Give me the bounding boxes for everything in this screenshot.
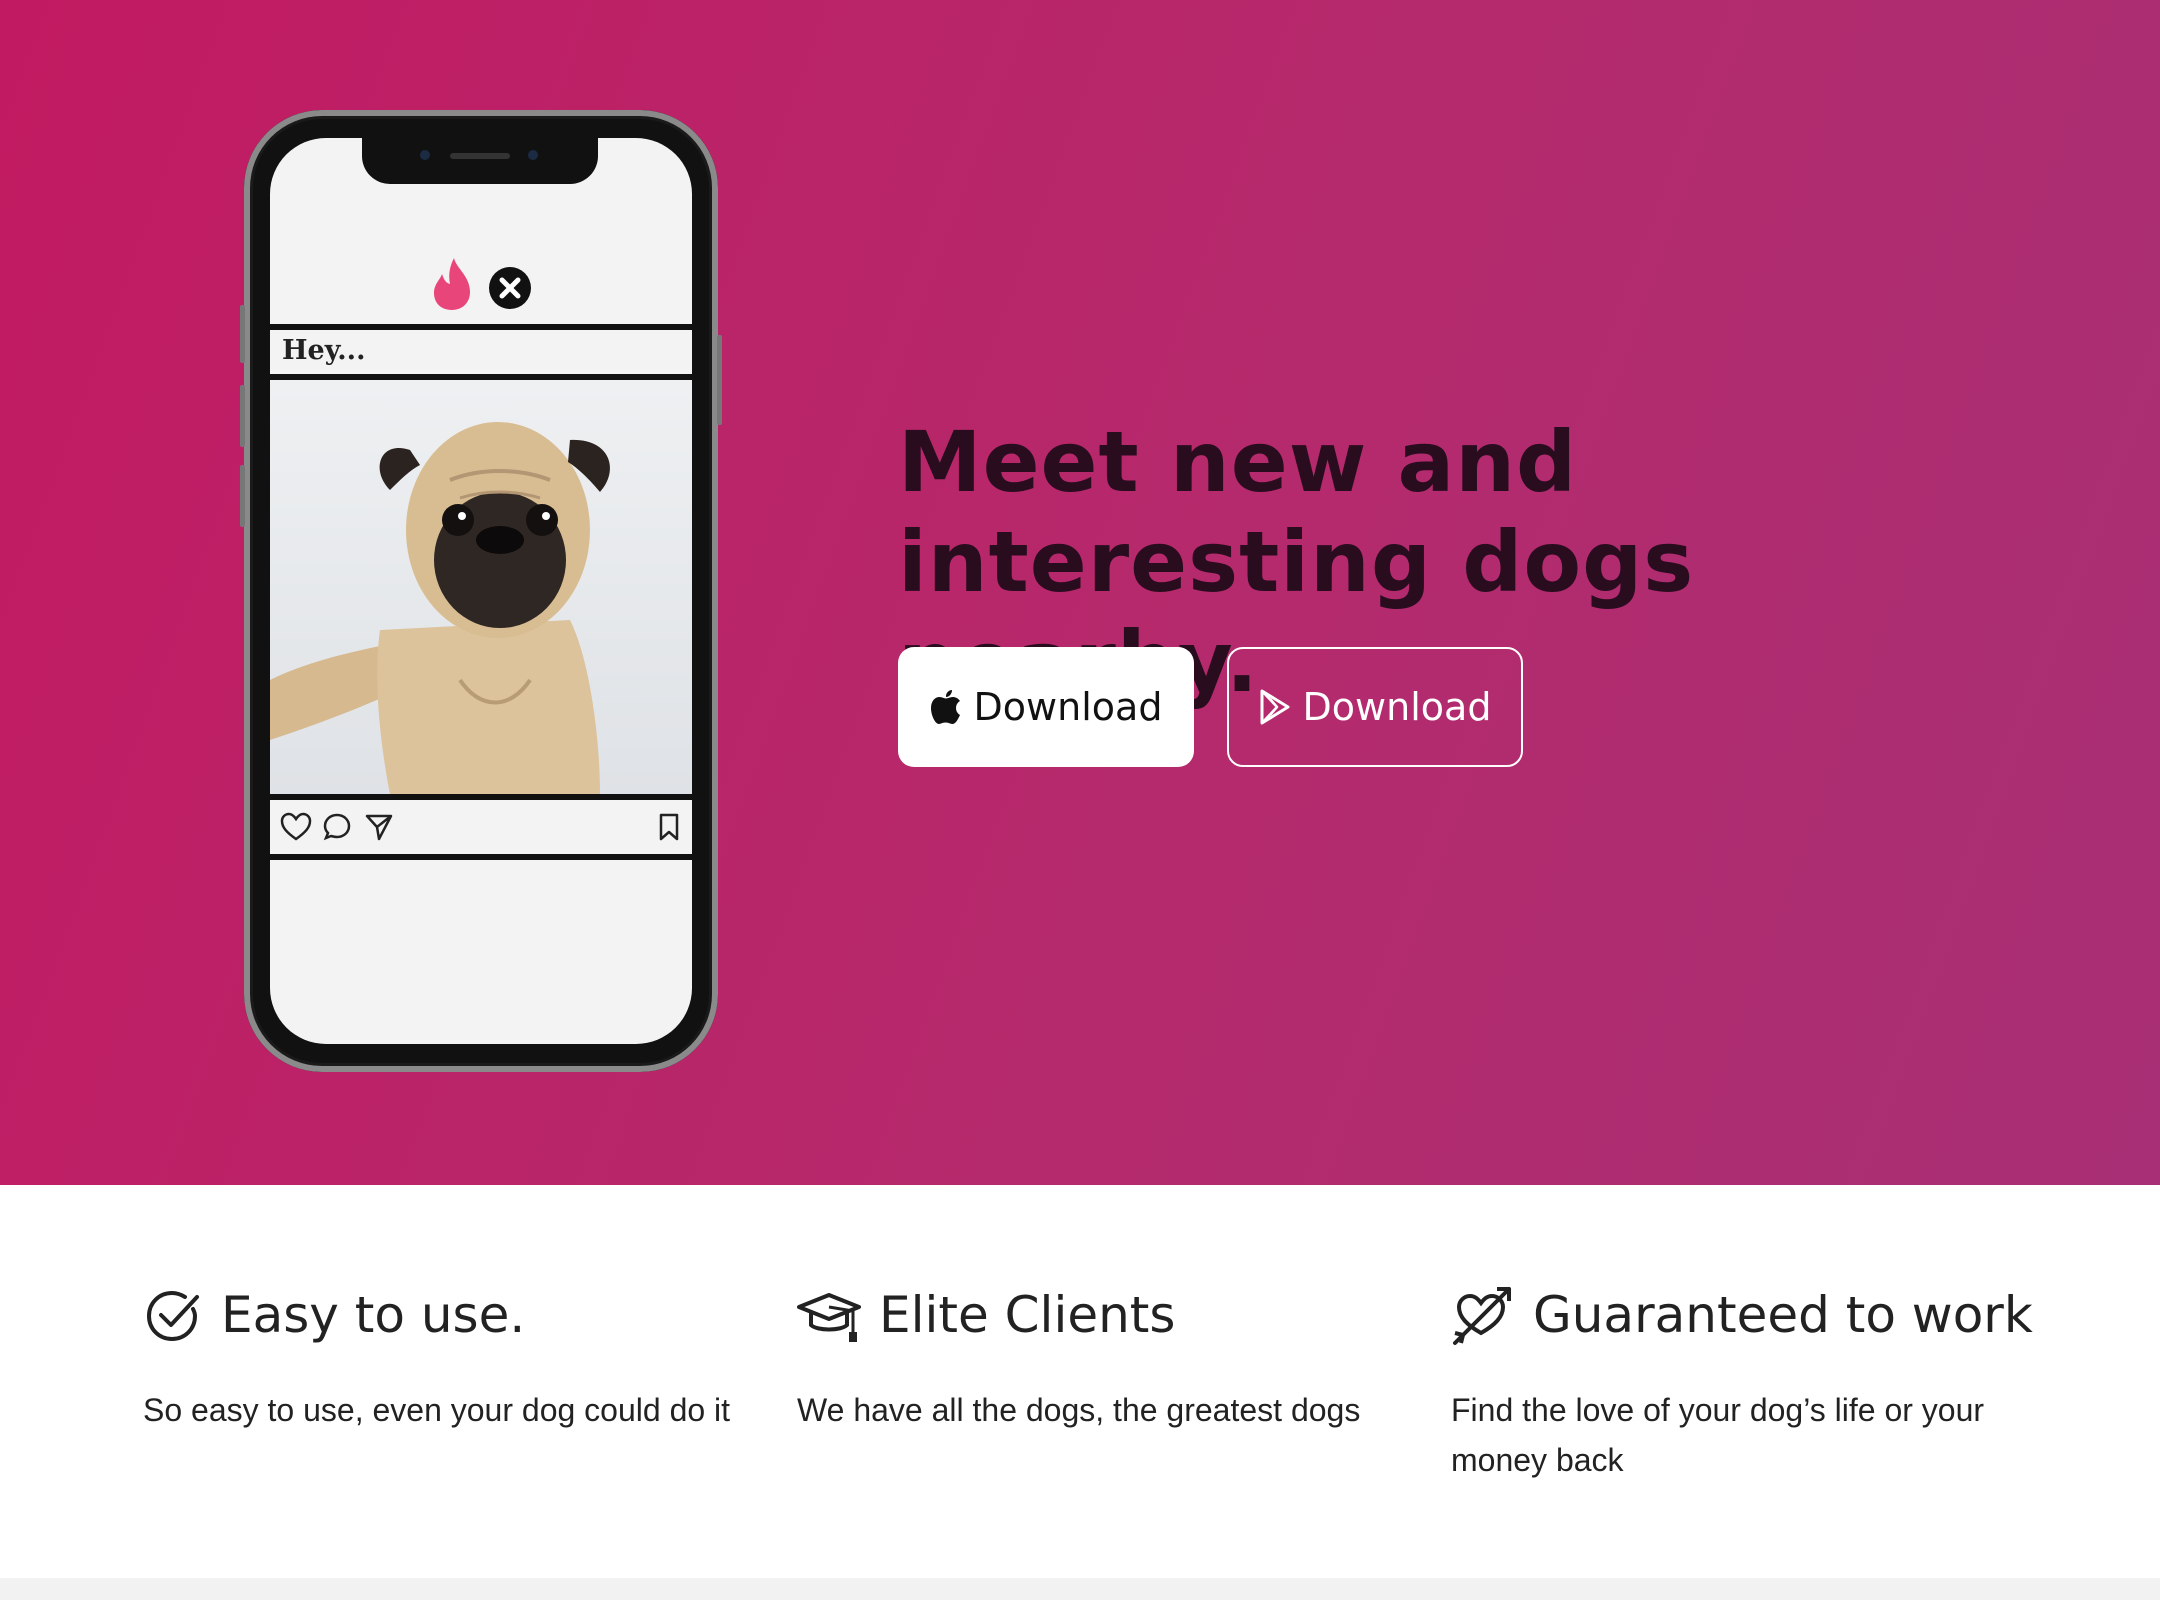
feature-elite-clients: Elite Clients We have all the dogs, the …	[797, 1275, 1427, 1435]
heart-arrow-icon	[1453, 1287, 1511, 1345]
footer-strip	[0, 1578, 2160, 1600]
google-play-icon	[1260, 689, 1290, 725]
phone-side-button	[240, 305, 245, 363]
graduation-cap-icon	[797, 1293, 861, 1342]
feature-title: Guaranteed to work	[1533, 1286, 2033, 1344]
phone-screen: Hey...	[270, 138, 692, 1044]
heart-icon[interactable]	[280, 812, 312, 842]
feature-guaranteed: Guaranteed to work Find the love of your…	[1451, 1275, 2081, 1485]
feature-description: So easy to use, even your dog could do i…	[143, 1392, 731, 1428]
post-actions	[270, 800, 692, 854]
post-caption: Hey...	[282, 335, 366, 366]
app-header-icons	[270, 256, 692, 316]
google-play-download-button[interactable]: Download	[1227, 647, 1523, 767]
app-store-download-button[interactable]: Download	[898, 647, 1194, 767]
phone-mockup: Hey...	[240, 110, 722, 1072]
bookmark-icon[interactable]	[658, 812, 680, 842]
divider	[270, 324, 692, 330]
phone-side-button	[717, 335, 722, 425]
feature-easy-to-use: Easy to use. So easy to use, even your d…	[143, 1275, 773, 1435]
app-store-download-label: Download	[973, 685, 1163, 729]
phone-side-button	[240, 465, 245, 527]
feature-title: Easy to use.	[221, 1286, 526, 1344]
close-icon[interactable]	[488, 266, 532, 310]
front-camera	[420, 150, 430, 160]
apple-icon	[930, 690, 960, 724]
front-sensor	[528, 150, 538, 160]
comment-icon[interactable]	[322, 812, 352, 842]
feature-description: Find the love of your dog’s life or your…	[1451, 1392, 1985, 1478]
check-circle-icon	[146, 1290, 199, 1342]
dog-photo	[270, 380, 692, 794]
divider	[270, 854, 692, 860]
phone-notch	[362, 138, 598, 184]
speaker-grille	[450, 153, 510, 159]
feature-description: We have all the dogs, the greatest dogs	[797, 1392, 1361, 1428]
feature-title: Elite Clients	[879, 1286, 1176, 1344]
phone-side-button	[240, 385, 245, 447]
send-icon[interactable]	[364, 812, 394, 842]
hero-section: Hey... Meet new and interesting dogs Dow…	[0, 0, 2160, 1185]
google-play-download-label: Download	[1302, 685, 1492, 729]
flame-icon[interactable]	[430, 256, 474, 312]
